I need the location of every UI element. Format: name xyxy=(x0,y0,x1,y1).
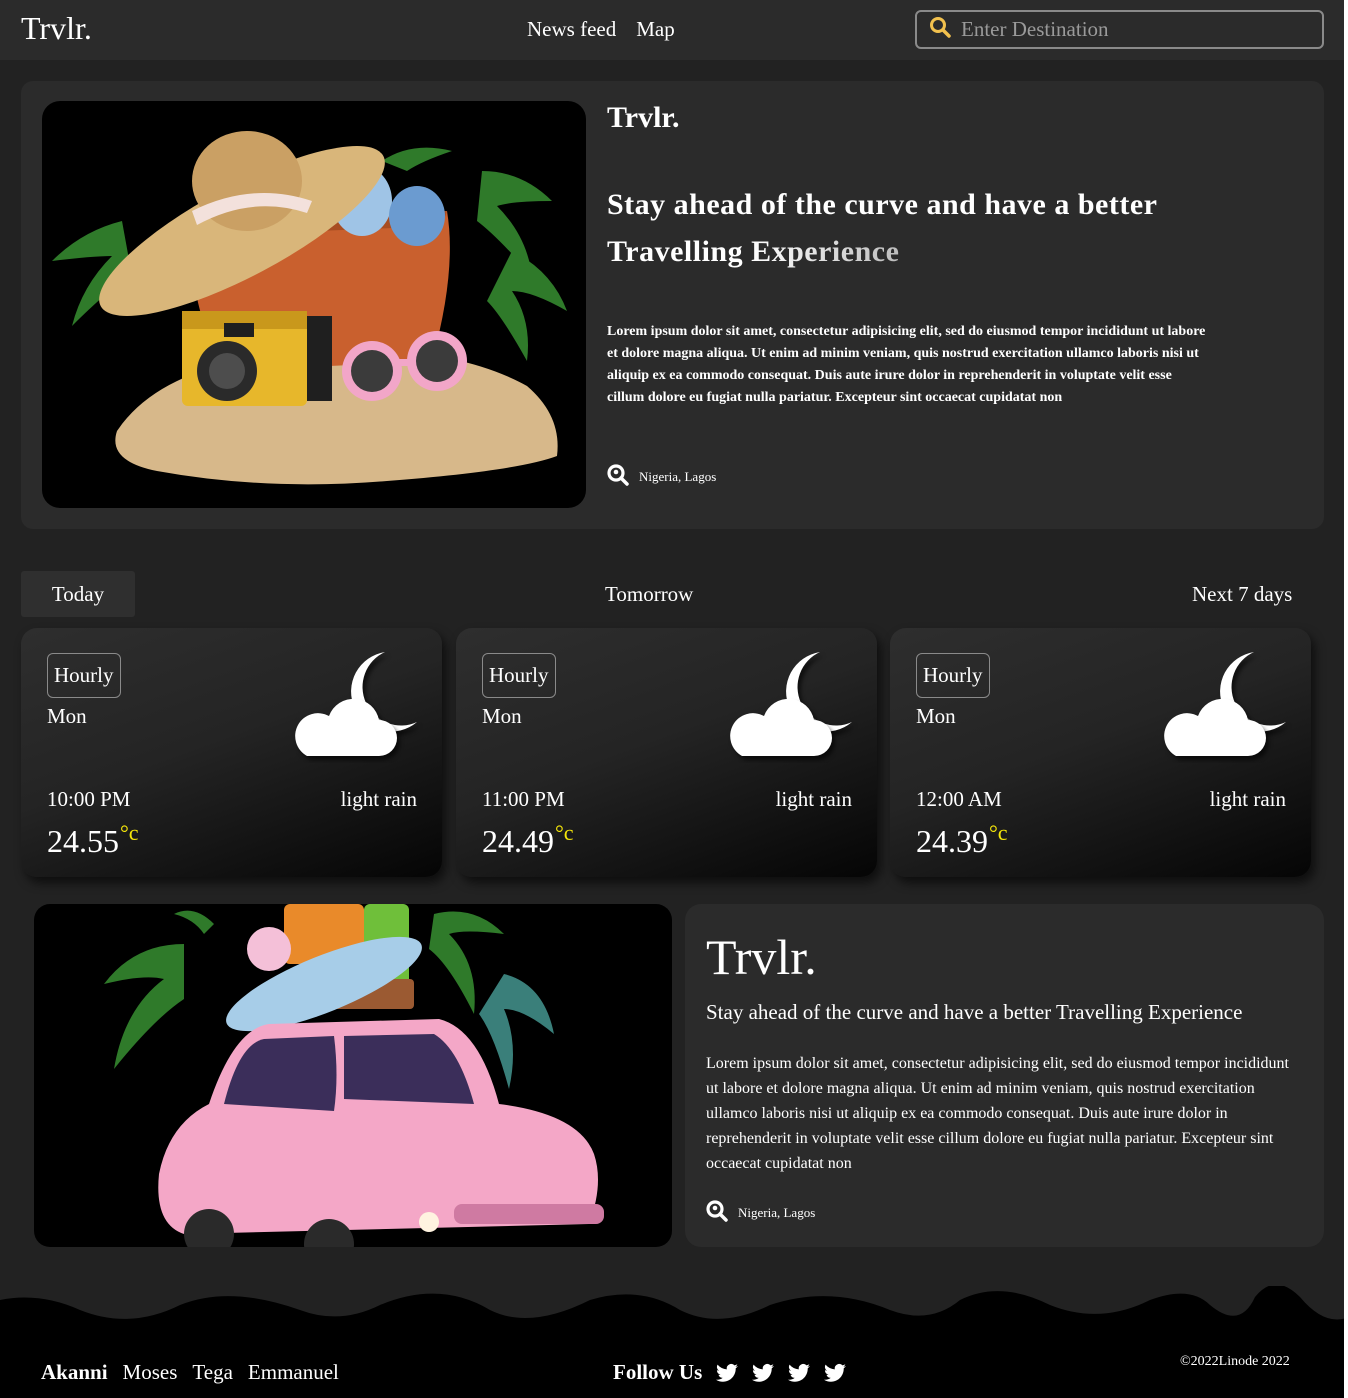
hero-headline-line2b: Experience xyxy=(751,235,900,268)
beach-bag-illustration xyxy=(42,101,586,508)
hero-brand: Trvlr. xyxy=(607,101,680,134)
location-search-icon xyxy=(706,1200,728,1226)
page: Trvlr. News feed Map Enter Destination T… xyxy=(0,0,1344,1398)
hero-location-label: Nigeria, Lagos xyxy=(639,469,717,484)
temperature-value: 24.55 xyxy=(47,823,119,859)
footer-name: Moses xyxy=(122,1360,178,1384)
temperature-value: 24.49 xyxy=(482,823,554,859)
footer-name: Tega xyxy=(192,1360,233,1384)
cloud-moon-icon xyxy=(295,652,417,756)
nav-links: News feed Map xyxy=(527,17,675,42)
tab-today[interactable]: Today xyxy=(21,571,135,617)
footer-names: Akanni Moses Tega Emmanuel xyxy=(41,1360,339,1385)
weather-description: light rain xyxy=(775,787,852,811)
weather-card: Hourly Mon 10:00 PM light rain 24.55°c xyxy=(21,628,442,877)
brand-logo[interactable]: Trvlr. xyxy=(21,10,92,47)
search-icon xyxy=(929,16,951,43)
feature-brand: Trvlr. xyxy=(706,929,817,985)
cloud-moon-icon xyxy=(1164,652,1286,756)
twitter-icon[interactable] xyxy=(716,1363,739,1383)
twitter-icon[interactable] xyxy=(752,1363,775,1383)
top-nav: Trvlr. News feed Map xyxy=(0,0,1344,60)
hero-text: Trvlr. Stay ahead of the curve and have … xyxy=(607,101,1217,409)
temperature-unit: °c xyxy=(120,820,139,845)
hero-headline-line2a: Travelling xyxy=(607,235,752,268)
feature-location: Nigeria, Lagos xyxy=(706,1200,815,1226)
feature-location-label: Nigeria, Lagos xyxy=(738,1205,816,1220)
weather-temperature: 24.49°c xyxy=(482,820,574,860)
weather-description: light rain xyxy=(1209,787,1286,811)
temperature-unit: °c xyxy=(989,820,1008,845)
weather-time: 12:00 AM xyxy=(916,787,1002,811)
footer-name: Akanni xyxy=(41,1360,108,1384)
pink-car-illustration xyxy=(34,904,672,1247)
temperature-unit: °c xyxy=(555,820,574,845)
weather-card: Hourly Mon 11:00 PM light rain 24.49°c xyxy=(456,628,877,877)
follow-us: Follow Us xyxy=(613,1360,847,1385)
nav-link-map[interactable]: Map xyxy=(636,17,675,42)
weather-temperature: 24.39°c xyxy=(916,820,1008,860)
hero-location: Nigeria, Lagos xyxy=(607,464,716,490)
weather-time: 10:00 PM xyxy=(47,787,131,811)
weather-time: 11:00 PM xyxy=(482,787,565,811)
feature-headline: Stay ahead of the curve and have a bette… xyxy=(706,1000,1243,1024)
twitter-icon[interactable] xyxy=(824,1363,847,1383)
location-search-icon xyxy=(607,464,629,490)
hero-headline-line1: Stay ahead of the curve and have a bette… xyxy=(607,188,1158,221)
temperature-value: 24.39 xyxy=(916,823,988,859)
copyright-text: ©2022Linode 2022 xyxy=(1180,1354,1290,1369)
scrollbar[interactable] xyxy=(1344,0,1348,1398)
weather-description: light rain xyxy=(340,787,417,811)
hourly-button[interactable]: Hourly xyxy=(916,653,990,698)
destination-search-input[interactable] xyxy=(961,17,1301,42)
hourly-button[interactable]: Hourly xyxy=(47,653,121,698)
tab-next-7-days[interactable]: Next 7 days xyxy=(1192,571,1292,617)
footer-name: Emmanuel xyxy=(247,1360,339,1384)
twitter-icon[interactable] xyxy=(788,1363,811,1383)
weather-day: Mon xyxy=(916,704,956,728)
weather-day: Mon xyxy=(47,704,87,728)
weather-day: Mon xyxy=(482,704,522,728)
follow-us-label: Follow Us xyxy=(613,1360,703,1384)
hero-description: Lorem ipsum dolor sit amet, consectetur … xyxy=(607,324,1206,405)
nav-link-news-feed[interactable]: News feed xyxy=(527,17,616,42)
feature-description: Lorem ipsum dolor sit amet, consectetur … xyxy=(706,1055,1289,1172)
weather-card: Hourly Mon 12:00 AM light rain 24.39°c xyxy=(890,628,1311,877)
feature-card: Trvlr. Stay ahead of the curve and have … xyxy=(685,904,1324,1247)
weather-temperature: 24.55°c xyxy=(47,820,139,860)
hourly-button[interactable]: Hourly xyxy=(482,653,556,698)
hero-headline: Stay ahead of the curve and have a bette… xyxy=(607,181,1217,275)
tab-tomorrow[interactable]: Tomorrow xyxy=(605,571,693,617)
cloud-moon-icon xyxy=(730,652,852,756)
hero-card: Trvlr. Stay ahead of the curve and have … xyxy=(21,81,1324,529)
search-box[interactable] xyxy=(915,10,1324,49)
